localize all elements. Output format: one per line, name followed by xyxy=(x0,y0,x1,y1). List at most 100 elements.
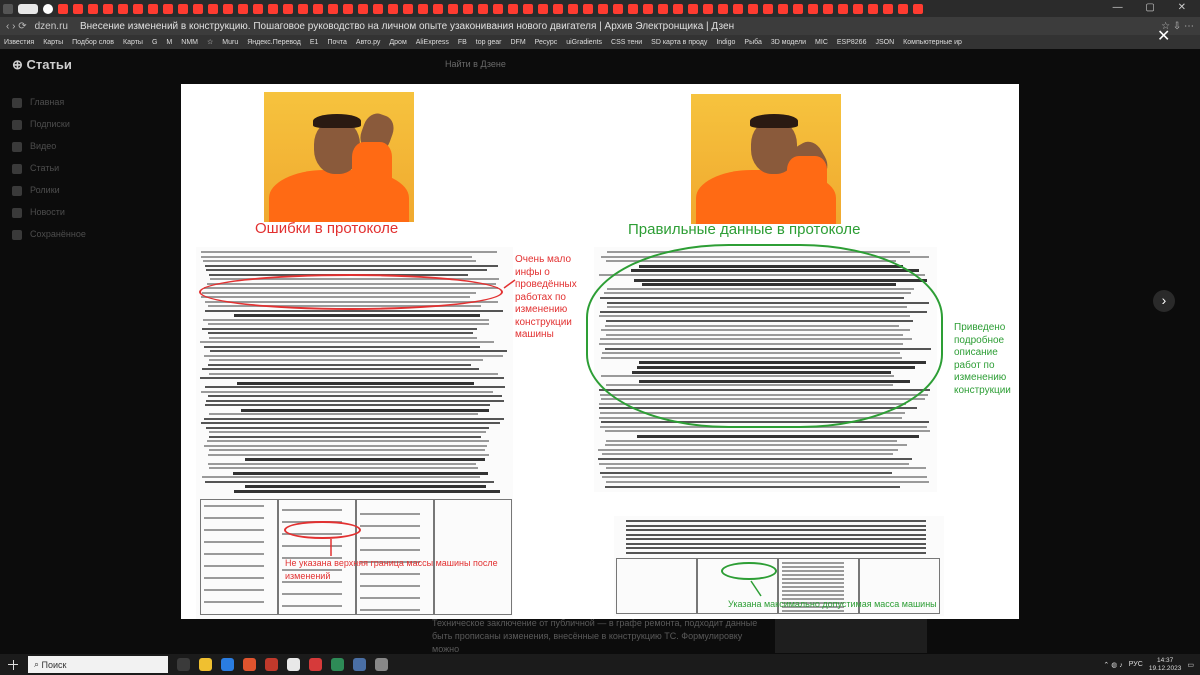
browser-tab[interactable] xyxy=(478,3,488,14)
bookmark-item[interactable]: M xyxy=(166,39,172,46)
browser-tab[interactable] xyxy=(298,3,308,14)
browser-tab[interactable] xyxy=(688,3,698,14)
bookmark-item[interactable]: Muru xyxy=(222,39,238,46)
site-menu-item[interactable]: Ролики xyxy=(12,185,86,207)
browser-tab[interactable] xyxy=(418,3,428,14)
bookmark-item[interactable]: G xyxy=(152,39,157,46)
close-icon[interactable]: ✕ xyxy=(1157,26,1170,46)
taskbar-search[interactable]: ⌕ Поиск xyxy=(28,656,168,673)
browser-tab[interactable] xyxy=(448,3,458,14)
browser-tab[interactable] xyxy=(133,3,143,14)
browser-tab[interactable] xyxy=(553,3,563,14)
browser-tab[interactable] xyxy=(358,3,368,14)
bookmark-item[interactable]: Яндекс.Перевод xyxy=(247,39,301,46)
browser-tab[interactable] xyxy=(268,3,278,14)
app-icon[interactable] xyxy=(309,658,322,671)
bookmark-item[interactable]: Ресурс xyxy=(535,39,558,46)
browser-tab[interactable] xyxy=(643,3,653,14)
browser-tab[interactable] xyxy=(628,3,638,14)
bookmark-item[interactable]: Карты xyxy=(43,39,63,46)
browser-tab[interactable] xyxy=(253,3,263,14)
site-menu-item[interactable]: Новости xyxy=(12,207,86,229)
browser-tab[interactable] xyxy=(463,3,473,14)
bookmark-item[interactable]: CSS тени xyxy=(611,39,642,46)
browser-tab[interactable] xyxy=(838,3,848,14)
browser-tab[interactable] xyxy=(853,3,863,14)
site-menu-item[interactable]: Главная xyxy=(12,97,86,119)
app-icon[interactable] xyxy=(375,658,388,671)
app-icon[interactable] xyxy=(353,658,366,671)
opera-icon[interactable] xyxy=(265,658,278,671)
browser-tab[interactable] xyxy=(193,3,203,14)
site-menu-item[interactable]: Видео xyxy=(12,141,86,163)
bookmark-item[interactable]: Почта xyxy=(327,39,346,46)
bookmark-item[interactable]: Подбор слов xyxy=(72,39,114,46)
browser-tab[interactable] xyxy=(583,3,593,14)
browser-tab[interactable] xyxy=(538,3,548,14)
browser-tab[interactable] xyxy=(523,3,533,14)
app-icon[interactable] xyxy=(331,658,344,671)
site-menu-item[interactable]: Подписки xyxy=(12,119,86,141)
bookmark-item[interactable]: DFM xyxy=(510,39,525,46)
browser-tab[interactable] xyxy=(703,3,713,14)
file-explorer-icon[interactable] xyxy=(199,658,212,671)
url-field[interactable]: dzen.ru xyxy=(35,21,68,32)
task-view-icon[interactable] xyxy=(177,658,190,671)
browser-tab[interactable] xyxy=(823,3,833,14)
browser-tab[interactable] xyxy=(433,3,443,14)
chevron-right-icon[interactable]: › xyxy=(1153,290,1175,312)
browser-tab[interactable] xyxy=(793,3,803,14)
browser-tab[interactable] xyxy=(178,3,188,14)
browser-tab[interactable] xyxy=(613,3,623,14)
active-tab[interactable] xyxy=(18,3,38,14)
browser-tab[interactable] xyxy=(748,3,758,14)
browser-tab[interactable] xyxy=(103,3,113,14)
browser-tab[interactable] xyxy=(718,3,728,14)
browser-tab[interactable] xyxy=(493,3,503,14)
site-logo[interactable]: ⊕ Статьи xyxy=(12,57,72,73)
bookmark-item[interactable]: E1 xyxy=(310,39,319,46)
browser-tab[interactable] xyxy=(673,3,683,14)
notifications-icon[interactable]: ▭ xyxy=(1187,661,1194,669)
yandex-browser-icon[interactable] xyxy=(287,658,300,671)
browser-tab[interactable] xyxy=(148,3,158,14)
new-tab-button[interactable] xyxy=(43,3,53,14)
browser-tab[interactable] xyxy=(223,3,233,14)
browser-tab[interactable] xyxy=(763,3,773,14)
browser-tab[interactable] xyxy=(163,3,173,14)
bookmark-item[interactable]: ESP8266 xyxy=(837,39,867,46)
browser-tab[interactable] xyxy=(808,3,818,14)
browser-tab[interactable] xyxy=(778,3,788,14)
site-menu-item[interactable]: Статьи xyxy=(12,163,86,185)
bookmark-item[interactable]: uiGradients xyxy=(566,39,602,46)
browser-tab[interactable] xyxy=(883,3,893,14)
bookmark-item[interactable]: Карты xyxy=(123,39,143,46)
bookmark-item[interactable]: Indigo xyxy=(716,39,735,46)
site-menu-item[interactable]: Сохранённое xyxy=(12,229,86,251)
bookmark-item[interactable]: Дром xyxy=(389,39,406,46)
tray-icons[interactable]: ⌃ ◍ ♪ xyxy=(1103,661,1122,669)
bookmark-item[interactable]: ☆ xyxy=(207,38,213,46)
browser-tab[interactable] xyxy=(508,3,518,14)
browser-tab[interactable] xyxy=(208,3,218,14)
bookmark-item[interactable]: Авто.ру xyxy=(356,39,381,46)
chrome-icon[interactable] xyxy=(221,658,234,671)
browser-tab[interactable] xyxy=(868,3,878,14)
browser-tab[interactable] xyxy=(568,3,578,14)
bookmark-item[interactable]: Известия xyxy=(4,39,34,46)
browser-tab[interactable] xyxy=(313,3,323,14)
bookmark-item[interactable]: 3D модели xyxy=(771,39,806,46)
window-controls[interactable]: — ▢ ✕ xyxy=(1113,2,1196,13)
browser-tab[interactable] xyxy=(283,3,293,14)
browser-tab[interactable] xyxy=(388,3,398,14)
browser-tab[interactable] xyxy=(373,3,383,14)
browser-tab[interactable] xyxy=(913,3,923,14)
browser-tab[interactable] xyxy=(898,3,908,14)
bookmark-item[interactable]: SD карта в проду xyxy=(651,39,707,46)
bookmark-item[interactable]: Компьютерные ир xyxy=(903,39,962,46)
browser-tab[interactable] xyxy=(343,3,353,14)
browser-tab[interactable] xyxy=(598,3,608,14)
back-forward-icon[interactable]: ‹ › ⟳ xyxy=(6,21,27,32)
browser-menu-button[interactable] xyxy=(3,3,13,14)
bookmark-item[interactable]: FB xyxy=(458,39,467,46)
